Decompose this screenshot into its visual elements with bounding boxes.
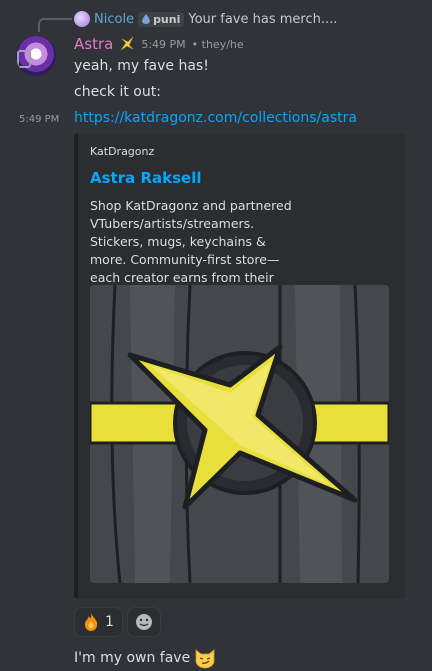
pronouns: • they/he <box>191 37 244 51</box>
followup-text: I'm my own fave <box>74 650 191 666</box>
message-header: Astra 5:49 PM • they/he <box>74 35 244 53</box>
reaction-fire[interactable]: 1 <box>74 607 123 637</box>
sparkle-star-icon <box>121 36 134 51</box>
embed-image[interactable] <box>90 285 389 583</box>
add-reaction-button[interactable] <box>126 607 161 637</box>
reactions-bar: 1 <box>74 607 161 637</box>
avatar[interactable] <box>16 36 56 76</box>
reply-avatar[interactable] <box>74 11 90 27</box>
fire-icon <box>84 613 98 631</box>
message-link[interactable]: https://katdragonz.com/collections/astra <box>74 110 357 126</box>
reply-text[interactable]: Your fave has merch.... <box>188 12 337 27</box>
link-embed: KatDragonz Astra Raksell Shop KatDragonz… <box>74 133 405 599</box>
followup-message: I'm my own fave <box>74 647 216 669</box>
reply-author[interactable]: Nicole <box>94 12 134 27</box>
reaction-count: 1 <box>105 614 114 630</box>
star-emblem-image <box>90 285 389 583</box>
add-emoji-icon <box>135 614 152 630</box>
smirking-cat-icon <box>195 649 215 669</box>
message-line-2: check it out: <box>74 84 161 100</box>
message-timestamp: 5:49 PM <box>141 37 186 51</box>
author-name[interactable]: Astra <box>74 35 113 53</box>
reply-connector <box>38 18 72 32</box>
reply-tag-label: puni <box>153 12 181 26</box>
reply-tag: puni <box>138 11 185 27</box>
reply-preview[interactable]: Nicole puni Your fave has merch.... <box>74 11 337 27</box>
message-line-1: yeah, my fave has! <box>74 58 209 74</box>
avatar-decoration <box>17 50 31 68</box>
embed-provider[interactable]: KatDragonz <box>90 145 154 158</box>
droplet-icon <box>142 14 151 24</box>
embed-title[interactable]: Astra Raksell <box>90 169 201 187</box>
hover-timestamp: 5:49 PM <box>19 114 60 125</box>
